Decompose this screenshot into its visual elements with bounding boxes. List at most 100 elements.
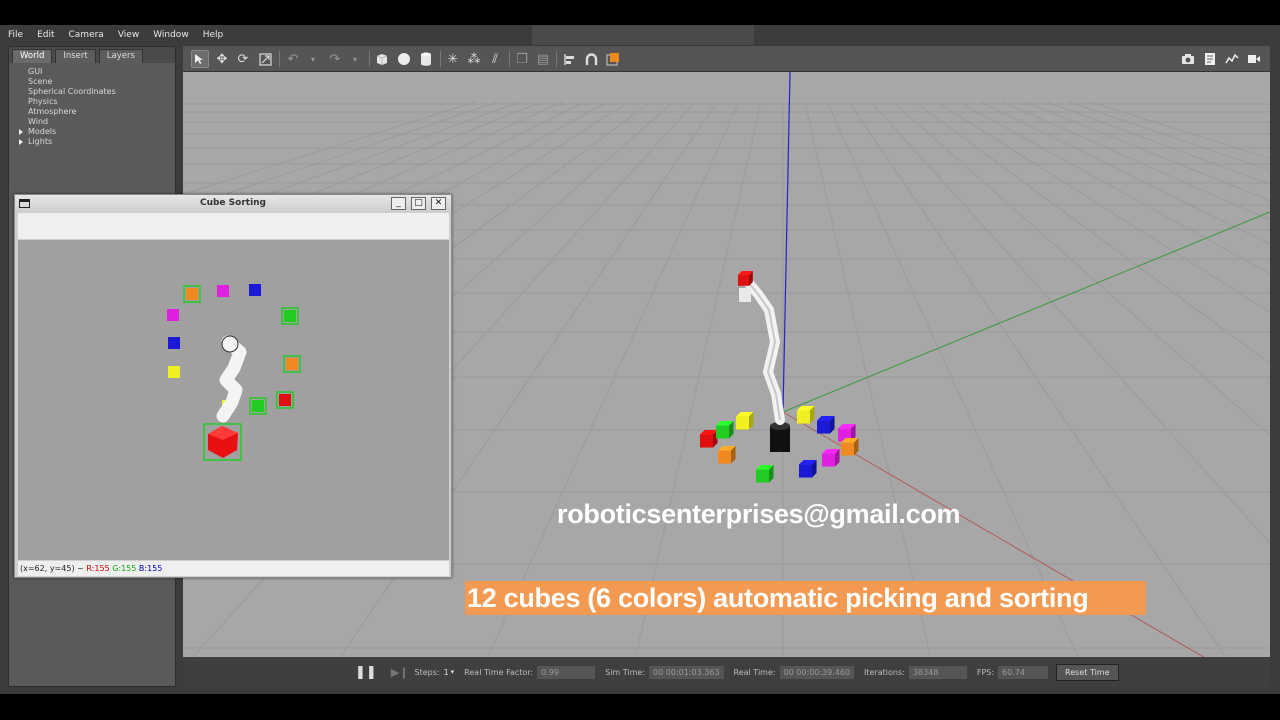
camera-cube (168, 337, 180, 349)
tree-item-label: Lights (28, 137, 53, 146)
tree-item-label: Physics (28, 97, 58, 106)
undo-dropdown-icon[interactable]: ▾ (304, 50, 322, 68)
pixel-coords: (x=62, y=45) ~ (20, 564, 84, 573)
tree-item-lights[interactable]: Lights (19, 137, 175, 147)
tree-item-label: Models (28, 127, 57, 136)
camera-cube (249, 284, 261, 296)
camera-cube (167, 309, 179, 321)
menu-edit[interactable]: Edit (35, 30, 56, 40)
view-angle-icon[interactable] (604, 50, 622, 68)
camera-cube (286, 358, 298, 370)
snap-icon[interactable] (582, 50, 600, 68)
pause-icon[interactable]: ❚❚ (355, 665, 377, 680)
rtf-label: Real Time Factor: (464, 667, 534, 677)
sim-time-label: Sim Time: (605, 667, 646, 677)
rotate-icon[interactable]: ⟳ (234, 50, 252, 68)
scene-toolbar: ✥ ⟳ ↶ ▾ ↷ ▾ ✳ ⁂ ⫽ ❐ ▤ (183, 46, 1270, 72)
pixel-green-value: G:155 (112, 564, 137, 573)
toolbar-separator (556, 51, 557, 67)
paste-icon[interactable]: ▤ (534, 50, 552, 68)
tree-item-label: Wind (28, 117, 49, 126)
tree-item-scene[interactable]: Scene (19, 77, 175, 87)
tree-item-physics[interactable]: Physics (19, 97, 175, 107)
translate-icon[interactable]: ✥ (213, 50, 231, 68)
iterations-value: 38348 (908, 665, 967, 679)
camera-cube (279, 394, 291, 406)
tab-world[interactable]: World (12, 49, 53, 63)
tree-item-wind[interactable]: Wind (19, 117, 175, 127)
point-light-icon[interactable]: ✳ (444, 50, 462, 68)
panel-tabs: World Insert Layers (9, 47, 175, 63)
scale-icon[interactable] (256, 50, 274, 68)
scene-cube (700, 430, 718, 448)
select-arrow-icon[interactable] (191, 50, 209, 68)
toolbar-separator (440, 51, 441, 67)
window-titlebar[interactable]: Cube Sorting _ □ ✕ (15, 195, 451, 212)
camera-robot-arm (216, 335, 247, 423)
screenshot-icon[interactable] (1179, 50, 1197, 68)
real-time-value: 00 00:00:39.460 (779, 665, 855, 679)
tree-item-gui[interactable]: GUI (19, 67, 175, 77)
menubar-spacer (532, 25, 754, 45)
camera-cube (284, 310, 296, 322)
menu-camera[interactable]: Camera (67, 30, 106, 40)
scene-cube (799, 460, 817, 478)
sim-status-bar: ❚❚ ▶❙ Steps: 1 ▾ Real Time Factor: 0.99 … (183, 657, 1270, 687)
toolbar-separator (279, 51, 280, 67)
steps-label: Steps: (414, 667, 440, 677)
menu-window[interactable]: Window (151, 30, 191, 40)
sphere-shape-icon[interactable] (395, 50, 413, 68)
tab-insert[interactable]: Insert (55, 49, 96, 63)
pixel-blue-value: B:155 (138, 564, 163, 573)
camera-image[interactable] (18, 240, 449, 560)
maximize-icon[interactable]: □ (411, 197, 426, 210)
steps-dropdown-icon[interactable]: ▾ (451, 668, 455, 676)
scene-cube (718, 446, 736, 464)
toolbar-separator (369, 51, 370, 67)
scene-cube (822, 449, 840, 467)
tree-item-label: Spherical Coordinates (28, 87, 116, 96)
record-icon[interactable] (1245, 50, 1263, 68)
undo-icon[interactable]: ↶ (284, 50, 302, 68)
email-overlay: roboticsenterprises@gmail.com (557, 499, 961, 529)
y-axis-line (782, 211, 1270, 413)
world-tree: GUI Scene Spherical Coordinates Physics … (9, 63, 175, 147)
scene-cube (756, 465, 774, 483)
steps-value[interactable]: 1 (444, 668, 449, 677)
tree-item-spherical-coordinates[interactable]: Spherical Coordinates (19, 87, 175, 97)
camera-robot-base (221, 335, 239, 353)
redo-dropdown-icon[interactable]: ▾ (346, 50, 364, 68)
menu-view[interactable]: View (116, 30, 141, 40)
close-icon[interactable]: ✕ (431, 197, 446, 210)
camera-cube (186, 288, 198, 300)
camera-image-render (167, 284, 301, 461)
menu-file[interactable]: File (6, 30, 25, 40)
menu-help[interactable]: Help (201, 30, 226, 40)
reset-time-button[interactable]: Reset Time (1056, 663, 1119, 681)
minimize-icon[interactable]: _ (391, 197, 406, 210)
robot-gripper (739, 288, 751, 302)
tab-layers[interactable]: Layers (98, 49, 143, 63)
step-icon[interactable]: ▶❙ (391, 666, 409, 679)
menubar: File Edit Camera View Window Help (0, 25, 1280, 45)
held-cube-red (738, 271, 753, 286)
spot-light-icon[interactable]: ⁂ (465, 50, 483, 68)
redo-icon[interactable]: ↷ (326, 50, 344, 68)
copy-icon[interactable]: ❐ (513, 50, 531, 68)
box-shape-icon[interactable] (373, 50, 391, 68)
tree-item-label: Scene (28, 77, 53, 86)
expand-arrow-icon[interactable] (19, 139, 23, 145)
tree-item-label: Atmosphere (28, 107, 77, 116)
pixel-red-value: R:155 (86, 564, 110, 573)
tree-item-models[interactable]: Models (19, 127, 175, 137)
log-icon[interactable] (1201, 50, 1219, 68)
align-icon[interactable] (560, 50, 578, 68)
cylinder-shape-icon[interactable] (417, 50, 435, 68)
camera-cube (252, 400, 264, 412)
plot-icon[interactable] (1223, 50, 1241, 68)
camera-cube (168, 366, 180, 378)
expand-arrow-icon[interactable] (19, 129, 23, 135)
tree-item-atmosphere[interactable]: Atmosphere (19, 107, 175, 117)
scene-cube (716, 421, 734, 439)
directional-light-icon[interactable]: ⫽ (486, 50, 504, 68)
